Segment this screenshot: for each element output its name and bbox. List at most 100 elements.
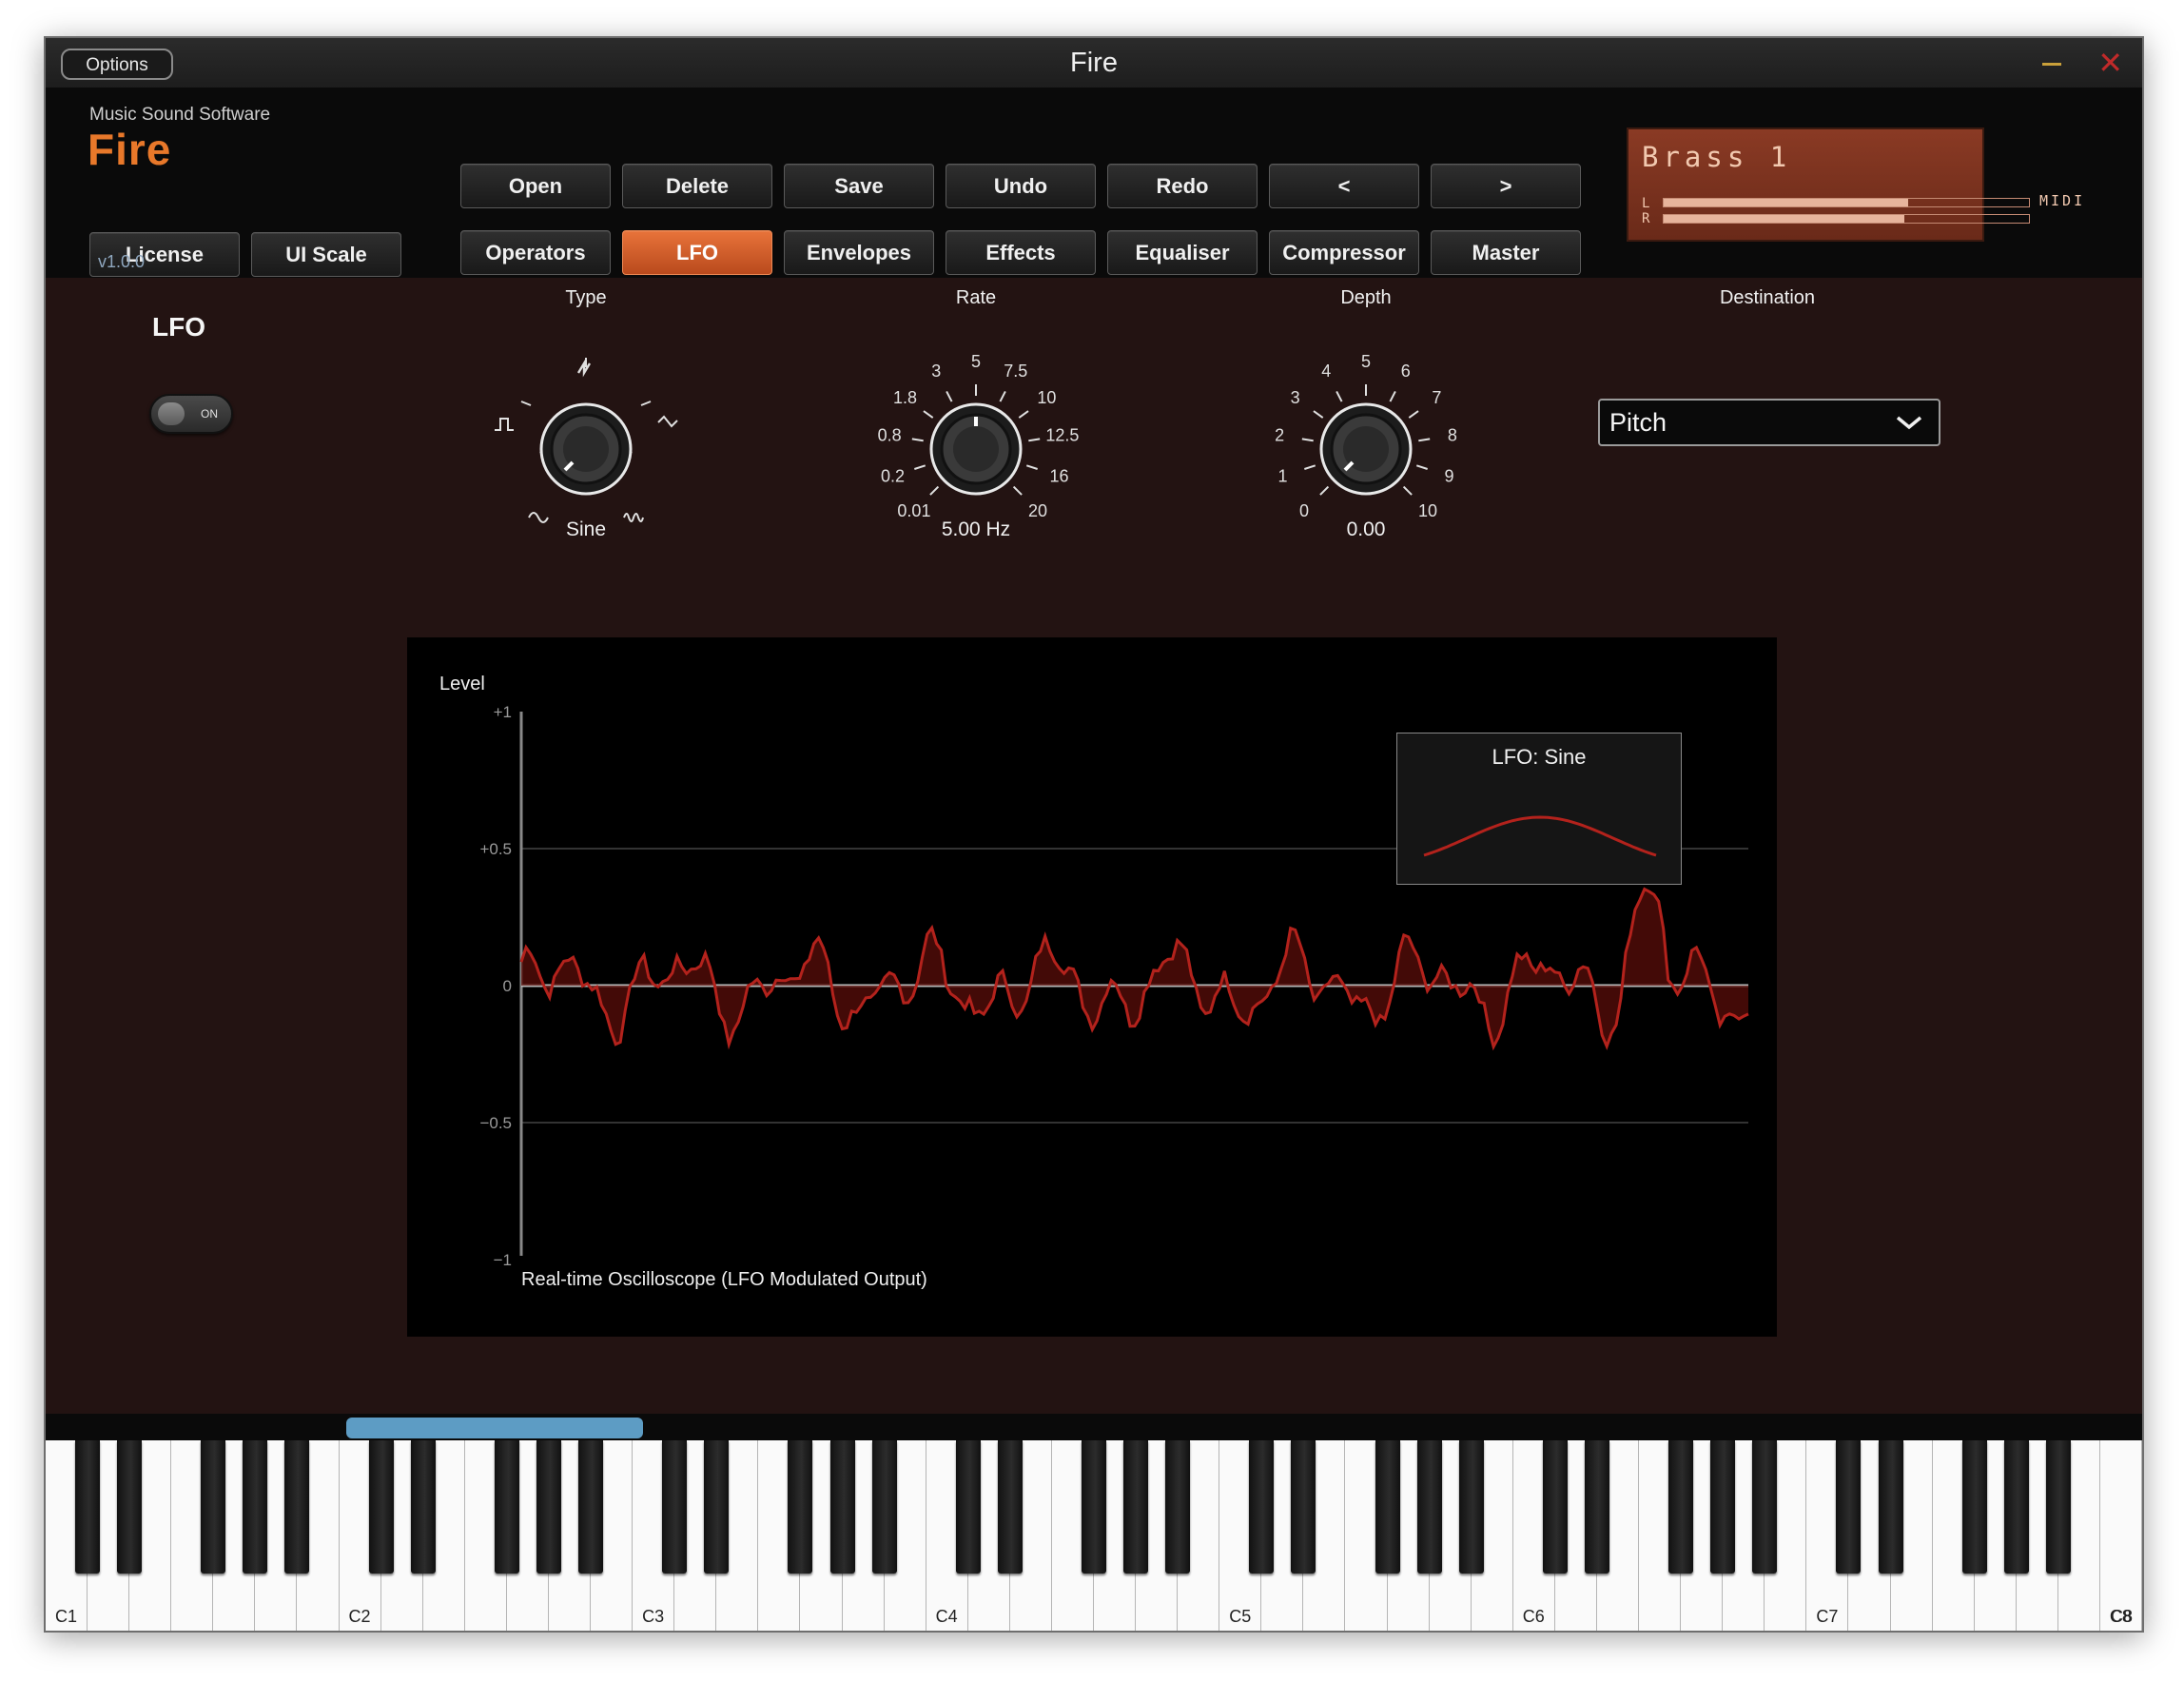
tab-compressor[interactable]: Compressor [1269,230,1419,275]
rate-value: 5.00 Hz [941,518,1011,540]
sine-preview-icon [1423,815,1657,857]
minimize-button[interactable] [2042,63,2061,66]
black-key[interactable] [871,1440,897,1574]
black-key[interactable] [1710,1440,1736,1574]
tab-master[interactable]: Master [1431,230,1581,275]
header: Music Sound Software Fire License UI Sca… [46,88,2142,278]
black-key[interactable] [1836,1440,1862,1574]
black-key[interactable] [1668,1440,1694,1574]
depth-scale-label: 5 [1361,352,1371,371]
black-key[interactable] [494,1440,519,1574]
type-knob[interactable] [443,306,729,544]
keyboard-scrollbar[interactable] [346,1418,643,1438]
black-key[interactable] [704,1440,730,1574]
rate-scale-label: 16 [1049,466,1068,485]
depth-tick [1304,464,1316,470]
rate-knob[interactable]: 0.010.20.81.8357.51012.51620 [833,306,1119,544]
depth-knob[interactable]: 012345678910 [1223,306,1509,544]
lfo-on-toggle[interactable]: ON [149,394,233,434]
black-key[interactable] [1542,1440,1568,1574]
open-button[interactable]: Open [460,164,611,208]
key-label: C7 [1816,1607,1839,1626]
white-key[interactable]: C8 [2099,1440,2142,1631]
black-key[interactable] [1165,1440,1191,1574]
preset-display[interactable]: Brass 1 L R MIDI [1627,127,2082,242]
black-key[interactable] [788,1440,813,1574]
depth-tick [1389,390,1396,402]
depth-tick [1301,438,1314,442]
black-key[interactable] [117,1440,143,1574]
black-key[interactable] [243,1440,268,1574]
black-key[interactable] [284,1440,310,1574]
redo-button[interactable]: Redo [1107,164,1258,208]
black-key[interactable] [1961,1440,1987,1574]
black-key[interactable] [1249,1440,1275,1574]
black-key[interactable] [1752,1440,1778,1574]
black-key[interactable] [2045,1440,2071,1574]
rate-scale-label: 7.5 [1004,362,1027,381]
black-key[interactable] [662,1440,688,1574]
tab-envelopes[interactable]: Envelopes [784,230,934,275]
product-logo: Fire [88,125,172,174]
depth-value: 0.00 [1346,518,1386,540]
depth-tick [1313,410,1324,419]
rate-tick [1012,485,1023,496]
piano-keys[interactable]: C1 C2 C3 C4 C5 C6 C7 C8 C8 [46,1440,2142,1631]
black-key[interactable] [997,1440,1023,1574]
depth-scale-label: 2 [1275,426,1284,445]
title-bar: Options Fire ✕ [46,38,2142,88]
black-key[interactable] [578,1440,604,1574]
ui-scale-button[interactable]: UI Scale [251,232,401,277]
black-key[interactable] [536,1440,561,1574]
piano-keyboard[interactable]: C1 C2 C3 C4 C5 C6 C7 C8 C8 [46,1414,2142,1631]
next-preset-button[interactable]: > [1431,164,1581,208]
previous-preset-button[interactable]: < [1269,164,1419,208]
black-key[interactable] [1458,1440,1484,1574]
black-key[interactable] [1082,1440,1106,1574]
scope-caption: Real-time Oscilloscope (LFO Modulated Ou… [521,1269,927,1290]
toggle-label: ON [201,407,218,420]
destination-value: Pitch [1609,408,1667,437]
toggle-knob [158,402,185,425]
depth-tick [1418,438,1431,442]
company-name: Music Sound Software [89,105,271,125]
rate-scale-label: 5 [971,352,981,371]
black-key[interactable] [1123,1440,1149,1574]
close-button[interactable]: ✕ [2097,46,2123,80]
destination-dropdown[interactable]: Pitch [1598,399,1940,446]
destination-label: Destination [1719,287,1816,308]
rate-scale-label: 0.8 [878,426,902,445]
save-button[interactable]: Save [784,164,934,208]
rate-tick [1018,410,1029,419]
app-window: Options Fire ✕ Music Sound Software Fire… [44,36,2144,1633]
black-key[interactable] [1416,1440,1442,1574]
meter-left-label: L [1642,196,1650,211]
tab-operators[interactable]: Operators [460,230,611,275]
black-key[interactable] [955,1440,981,1574]
rate-tick [946,390,953,402]
black-key[interactable] [368,1440,394,1574]
depth-scale-label: 8 [1448,426,1457,445]
black-key[interactable] [201,1440,226,1574]
tab-lfo[interactable]: LFO [622,230,772,275]
rate-scale-label: 1.8 [893,388,917,407]
rate-scale-label: 3 [931,362,941,381]
rate-tick [999,390,1006,402]
rate-scale-label: 0.2 [881,466,905,485]
black-key[interactable] [1584,1440,1609,1574]
delete-button[interactable]: Delete [622,164,772,208]
black-key[interactable] [1291,1440,1316,1574]
black-key[interactable] [2003,1440,2029,1574]
tab-effects[interactable]: Effects [946,230,1096,275]
tab-equaliser[interactable]: Equaliser [1107,230,1258,275]
black-key[interactable] [75,1440,101,1574]
undo-button[interactable]: Undo [946,164,1096,208]
black-key[interactable] [1878,1440,1903,1574]
tick-label: 0 [503,977,512,995]
rate-tick [1025,464,1038,470]
key-label: C5 [1229,1607,1252,1626]
black-key[interactable] [829,1440,855,1574]
black-key[interactable] [410,1440,436,1574]
rate-tick [923,410,934,419]
black-key[interactable] [1375,1440,1400,1574]
